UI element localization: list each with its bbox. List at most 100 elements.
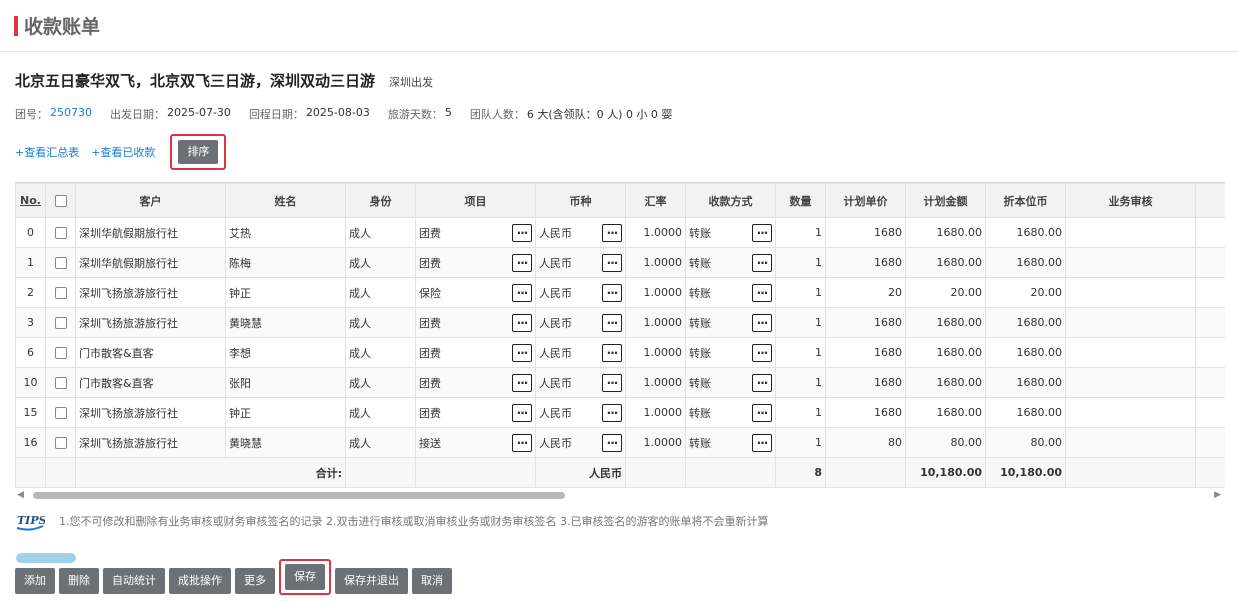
row-checkbox[interactable] — [54, 317, 67, 329]
save-exit-button[interactable]: 保存并退出 — [335, 567, 408, 594]
cell-unit-price[interactable]: 1680 — [825, 397, 906, 428]
cell-audit[interactable] — [1065, 397, 1196, 428]
cell-customer[interactable]: 深圳飞扬旅游旅行社 — [75, 277, 226, 308]
cell-item[interactable]: 接送 ··· — [415, 427, 536, 458]
cell-name[interactable]: 黄晓慧 — [225, 427, 346, 458]
cell-name[interactable]: 钟正 — [225, 397, 346, 428]
cell-qty[interactable]: 1 — [775, 427, 826, 458]
cell-name[interactable]: 黄晓慧 — [225, 307, 346, 338]
cell-currency[interactable]: 人民币 ··· — [535, 397, 626, 428]
cell-currency[interactable]: 人民币 ··· — [535, 427, 626, 458]
cell-local[interactable]: 1680.00 — [985, 367, 1066, 398]
cell-item[interactable]: 保险 ··· — [415, 277, 536, 308]
cell-qty[interactable]: 1 — [775, 337, 826, 368]
cell-unit-price[interactable]: 1680 — [825, 337, 906, 368]
cell-currency[interactable]: 人民币 ··· — [535, 247, 626, 278]
cell-item[interactable]: 团费 ··· — [415, 337, 536, 368]
ellipsis-icon[interactable]: ··· — [602, 403, 622, 422]
ellipsis-icon[interactable]: ··· — [752, 223, 772, 242]
scroll-thumb[interactable] — [33, 492, 565, 499]
cell-method[interactable]: 转账 ··· — [685, 307, 776, 338]
cell-local[interactable]: 1680.00 — [985, 337, 1066, 368]
cell-name[interactable]: 陈梅 — [225, 247, 346, 278]
ellipsis-icon[interactable]: ··· — [512, 283, 532, 302]
cell-unit-price[interactable]: 1680 — [825, 247, 906, 278]
cell-amount[interactable]: 20.00 — [905, 277, 986, 308]
cell-unit-price[interactable]: 20 — [825, 277, 906, 308]
ellipsis-icon[interactable]: ··· — [752, 433, 772, 452]
cell-amount[interactable]: 1680.00 — [905, 247, 986, 278]
cell-name[interactable]: 张阳 — [225, 367, 346, 398]
cell-local[interactable]: 1680.00 — [985, 307, 1066, 338]
cell-item[interactable]: 团费 ··· — [415, 217, 536, 248]
cell-currency[interactable]: 人民币 ··· — [535, 277, 626, 308]
cell-audit[interactable] — [1065, 427, 1196, 458]
cell-currency[interactable]: 人民币 ··· — [535, 307, 626, 338]
cell-identity[interactable]: 成人 — [345, 337, 416, 368]
cell-identity[interactable]: 成人 — [345, 217, 416, 248]
table-row[interactable]: 2 深圳飞扬旅游旅行社 钟正 成人 保险 ··· 人民币 ··· 1.0000 转账 ··· 1 20 2… — [15, 277, 1225, 308]
cell-name[interactable]: 钟正 — [225, 277, 346, 308]
cell-audit[interactable] — [1065, 337, 1196, 368]
row-checkbox[interactable] — [54, 407, 67, 419]
cell-local[interactable]: 1680.00 — [985, 397, 1066, 428]
cell-rate[interactable]: 1.0000 — [625, 277, 686, 308]
cell-unit-price[interactable]: 80 — [825, 427, 906, 458]
cell-customer[interactable]: 门市散客&直客 — [75, 367, 226, 398]
scroll-left-arrow-icon[interactable]: ◀ — [17, 490, 24, 500]
ellipsis-icon[interactable]: ··· — [512, 223, 532, 242]
cell-audit[interactable] — [1065, 277, 1196, 308]
cell-unit-price[interactable]: 1680 — [825, 307, 906, 338]
cell-method[interactable]: 转账 ··· — [685, 337, 776, 368]
ellipsis-icon[interactable]: ··· — [602, 343, 622, 362]
table-row[interactable]: 16 深圳飞扬旅游旅行社 黄晓慧 成人 接送 ··· 人民币 ··· 1.0000 转账 ··· 1 8… — [15, 427, 1225, 458]
ellipsis-icon[interactable]: ··· — [752, 343, 772, 362]
cell-customer[interactable]: 门市散客&直客 — [75, 337, 226, 368]
save-button[interactable]: 保存 — [285, 564, 325, 590]
cell-qty[interactable]: 1 — [775, 247, 826, 278]
cell-currency[interactable]: 人民币 ··· — [535, 217, 626, 248]
scroll-right-arrow-icon[interactable]: ▶ — [1214, 490, 1221, 500]
ellipsis-icon[interactable]: ··· — [602, 223, 622, 242]
view-summary-link[interactable]: +查看汇总表 — [15, 144, 79, 160]
more-button[interactable]: 更多 — [235, 567, 275, 594]
cell-customer[interactable]: 深圳华航假期旅行社 — [75, 247, 226, 278]
row-checkbox[interactable] — [54, 257, 67, 269]
cell-unit-price[interactable]: 1680 — [825, 367, 906, 398]
ellipsis-icon[interactable]: ··· — [512, 343, 532, 362]
cell-identity[interactable]: 成人 — [345, 397, 416, 428]
sort-button[interactable]: 排序 — [178, 140, 219, 164]
cell-audit[interactable] — [1065, 247, 1196, 278]
cell-amount[interactable]: 1680.00 — [905, 217, 986, 248]
cell-item[interactable]: 团费 ··· — [415, 247, 536, 278]
cell-identity[interactable]: 成人 — [345, 367, 416, 398]
row-checkbox[interactable] — [54, 347, 67, 359]
ellipsis-icon[interactable]: ··· — [602, 313, 622, 332]
cell-rate[interactable]: 1.0000 — [625, 427, 686, 458]
table-row[interactable]: 15 深圳飞扬旅游旅行社 钟正 成人 团费 ··· 人民币 ··· 1.0000 转账 ··· 1 16… — [15, 397, 1225, 428]
cell-item[interactable]: 团费 ··· — [415, 307, 536, 338]
cell-customer[interactable]: 深圳飞扬旅游旅行社 — [75, 397, 226, 428]
cell-method[interactable]: 转账 ··· — [685, 367, 776, 398]
add-button[interactable]: 添加 — [15, 567, 55, 594]
row-checkbox[interactable] — [54, 287, 67, 299]
cell-customer[interactable]: 深圳飞扬旅游旅行社 — [75, 307, 226, 338]
row-checkbox[interactable] — [54, 437, 67, 449]
cell-item[interactable]: 团费 ··· — [415, 397, 536, 428]
col-no[interactable]: No. — [15, 183, 46, 218]
group-no-link[interactable]: 250730 — [50, 106, 92, 122]
cell-identity[interactable]: 成人 — [345, 307, 416, 338]
cell-local[interactable]: 1680.00 — [985, 217, 1066, 248]
row-checkbox[interactable] — [54, 227, 67, 239]
cancel-button[interactable]: 取消 — [412, 567, 452, 594]
cell-qty[interactable]: 1 — [775, 217, 826, 248]
ellipsis-icon[interactable]: ··· — [512, 433, 532, 452]
cell-method[interactable]: 转账 ··· — [685, 247, 776, 278]
ellipsis-icon[interactable]: ··· — [752, 373, 772, 392]
table-row[interactable]: 3 深圳飞扬旅游旅行社 黄晓慧 成人 团费 ··· 人民币 ··· 1.0000 转账 ··· 1 16… — [15, 307, 1225, 338]
ellipsis-icon[interactable]: ··· — [752, 283, 772, 302]
horizontal-scrollbar[interactable]: ◀ ▶ — [15, 488, 1225, 502]
cell-rate[interactable]: 1.0000 — [625, 337, 686, 368]
cell-amount[interactable]: 1680.00 — [905, 367, 986, 398]
cell-qty[interactable]: 1 — [775, 367, 826, 398]
